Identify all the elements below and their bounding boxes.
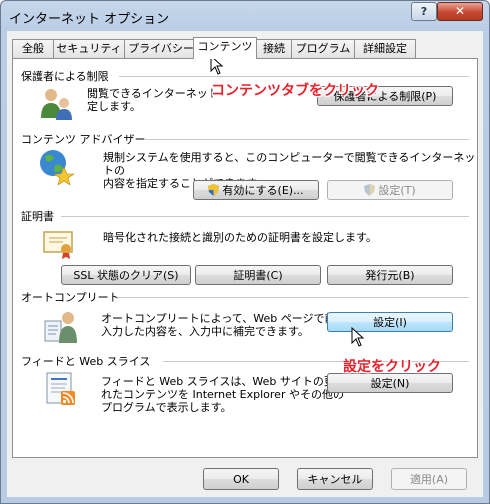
tab-programs[interactable]: プログラム xyxy=(291,39,355,58)
parental-controls-icon xyxy=(37,84,75,122)
feeds-title: フィードと Web スライス xyxy=(21,355,151,368)
parental-controls-description: 閲覧できるインターネット 定します。 xyxy=(87,87,219,113)
help-button[interactable]: ? xyxy=(411,2,437,21)
autocomplete-settings-button[interactable]: 設定(I) xyxy=(327,312,453,332)
tab-security[interactable]: セキュリティ xyxy=(53,39,125,58)
close-button[interactable]: ✕ xyxy=(437,2,483,21)
feeds-settings-button[interactable]: 設定(N) xyxy=(327,373,453,393)
content-advisor-icon xyxy=(37,147,75,186)
tab-advanced[interactable]: 詳細設定 xyxy=(354,39,416,58)
autocomplete-title: オートコンプリート xyxy=(21,291,120,304)
tab-content[interactable]: コンテンツ xyxy=(193,37,257,59)
group-divider xyxy=(61,216,469,217)
certificates-description: 暗号化された接続と識別のための証明書を設定します。 xyxy=(103,231,377,244)
tab-connections[interactable]: 接続 xyxy=(256,39,292,58)
group-divider xyxy=(117,297,469,298)
cancel-button[interactable]: キャンセル xyxy=(297,468,373,490)
title-bar[interactable]: インターネット オプション ? ✕ xyxy=(1,1,489,31)
tab-privacy[interactable]: プライバシー xyxy=(124,39,198,58)
apply-button[interactable]: 適用(A) xyxy=(391,468,467,490)
certificates-title: 証明書 xyxy=(21,210,54,223)
content-tab-panel: 保護者による制限 閲覧できるインターネット 定します。 保護者による制限(P) … xyxy=(12,58,478,458)
clear-ssl-state-button[interactable]: SSL 状態のクリア(S) xyxy=(61,265,191,285)
certificate-icon xyxy=(41,226,79,264)
enable-content-advisor-button[interactable]: 有効にする(E)... xyxy=(193,180,319,200)
tab-general[interactable]: 全般 xyxy=(12,39,54,58)
parental-controls-title: 保護者による制限 xyxy=(21,70,109,83)
feeds-description: フィードと Web スライスは、Web サイトの更新さ れたコンテンツを Int… xyxy=(101,375,357,414)
content-advisor-title: コンテンツ アドバイザー xyxy=(21,133,146,146)
group-divider xyxy=(119,76,469,77)
annotation-click-content-tab: コンテンツタブをクリック xyxy=(211,83,379,99)
ok-button[interactable]: OK xyxy=(203,468,279,490)
autocomplete-description: オートコンプリートによって、Web ページで前回 入力した内容を、入力中に補完で… xyxy=(101,312,347,338)
certificates-button[interactable]: 証明書(C) xyxy=(195,265,321,285)
window-title: インターネット オプション xyxy=(9,12,170,27)
internet-options-window: インターネット オプション ? ✕ 全般 セキュリティ プライバシー コンテンツ… xyxy=(0,0,490,504)
publishers-button[interactable]: 発行元(B) xyxy=(327,265,453,285)
mouse-cursor-icon xyxy=(351,326,365,347)
uac-shield-icon xyxy=(364,184,376,196)
annotation-click-settings: 設定をクリック xyxy=(343,359,441,375)
feeds-icon xyxy=(43,371,81,409)
uac-shield-icon xyxy=(208,184,220,196)
dialog-client-area: 全般 セキュリティ プライバシー コンテンツ 接続 プログラム 詳細設定 保護者… xyxy=(7,31,483,497)
group-divider xyxy=(145,139,469,140)
content-advisor-settings-button[interactable]: 設定(T) xyxy=(327,180,453,200)
autocomplete-icon xyxy=(43,307,81,345)
